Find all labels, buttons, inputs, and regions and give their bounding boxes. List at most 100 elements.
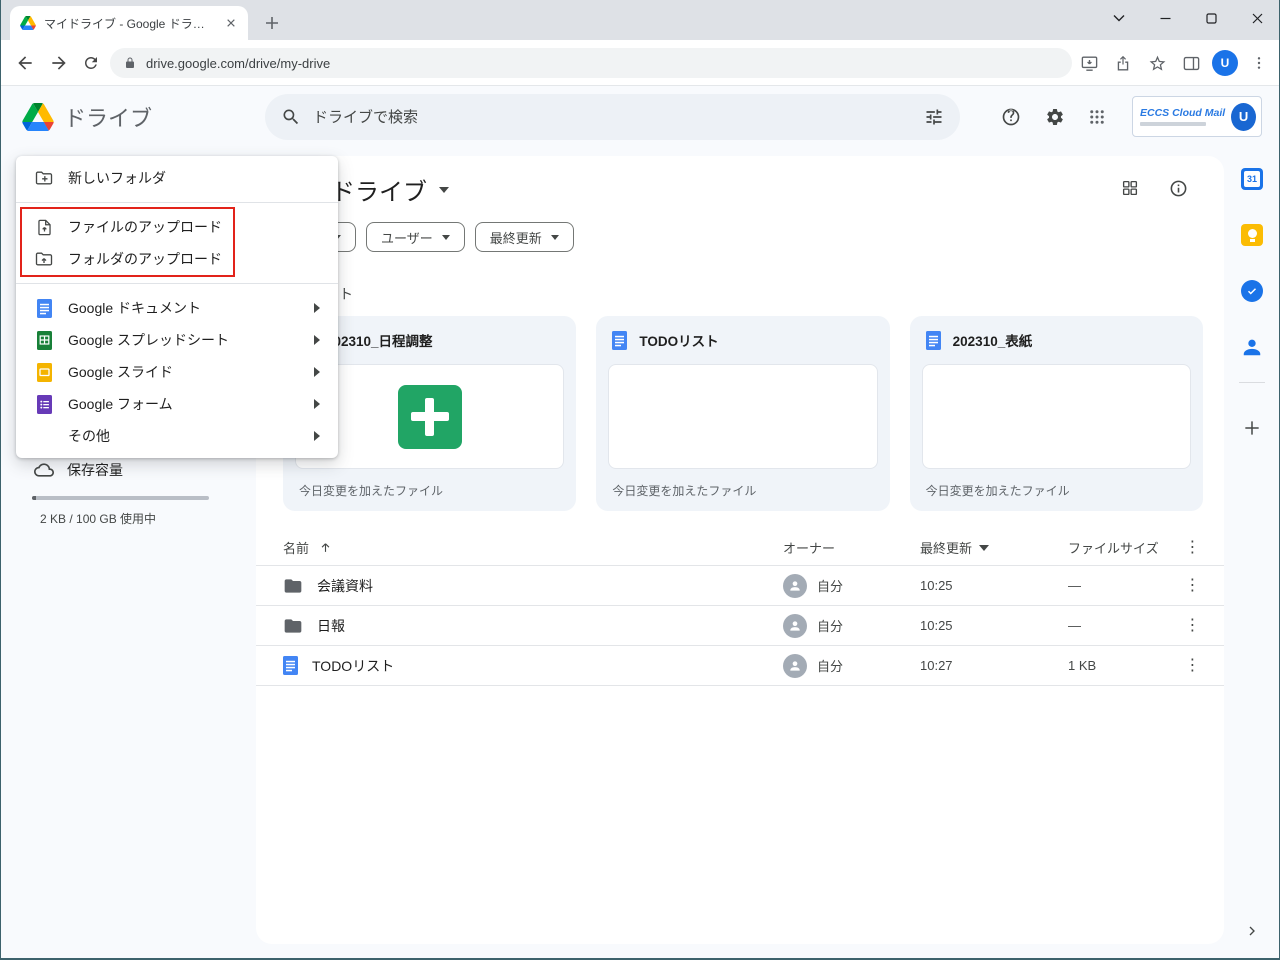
contacts-icon[interactable] [1239, 334, 1265, 360]
table-header-more-icon[interactable]: ⋮ [1174, 539, 1211, 556]
chevron-down-icon [550, 234, 559, 240]
lock-icon[interactable] [124, 56, 136, 70]
browser-tab[interactable]: マイドライブ - Google ドライブ [10, 6, 248, 40]
tasks-icon[interactable] [1239, 278, 1265, 304]
browser-menu-icon[interactable] [1242, 46, 1276, 80]
menu-item-file-upload[interactable]: ファイルのアップロード [16, 211, 338, 243]
card-title: 202310_表紙 [952, 334, 1033, 349]
docs-icon [925, 330, 941, 350]
spreadsheet-thumbnail [397, 384, 462, 449]
side-panel-divider [1239, 382, 1265, 383]
storage-label: 保存容量 [67, 462, 123, 478]
file-size: 1 KB [1068, 658, 1097, 673]
window-maximize-button[interactable] [1188, 0, 1234, 36]
drive-search-bar[interactable] [265, 94, 960, 140]
file-size: — [1068, 578, 1081, 593]
forward-button[interactable] [42, 46, 76, 80]
menu-item-google-docs[interactable]: Google ドキュメント [16, 292, 338, 324]
calendar-icon[interactable]: 31 [1239, 166, 1265, 192]
submenu-arrow-icon [314, 399, 320, 409]
search-icon[interactable] [281, 107, 301, 127]
page-title-dropdown-icon[interactable] [439, 186, 449, 193]
docs-icon [612, 330, 628, 350]
account-badge[interactable]: ECCS Cloud Mail U [1132, 96, 1262, 137]
file-name: TODOリスト [312, 657, 395, 674]
window-minimize-button[interactable] [1142, 0, 1188, 36]
menu-divider [16, 283, 338, 284]
sheets-icon [34, 330, 54, 350]
browser-profile-avatar[interactable]: U [1212, 50, 1238, 76]
keep-icon[interactable] [1239, 222, 1265, 248]
search-input[interactable] [313, 108, 912, 126]
address-bar[interactable]: drive.google.com/drive/my-drive [110, 48, 1072, 78]
file-upload-icon [34, 217, 54, 237]
card-preview [921, 364, 1191, 469]
new-menu: 新しいフォルダ ファイルのアップロード フォルダのアップロード Google ド… [16, 156, 338, 458]
owner-name: 自分 [817, 619, 844, 634]
menu-item-google-sheets[interactable]: Google スプレッドシート [16, 324, 338, 356]
submenu-arrow-icon [314, 367, 320, 377]
owner-avatar-icon [783, 573, 807, 598]
suggestion-card[interactable]: TODOリスト 今日変更を加えたファイル [596, 316, 890, 511]
tab-favicon-drive-icon [20, 16, 36, 30]
expand-side-panel-icon[interactable] [1239, 918, 1265, 944]
slides-icon [34, 362, 54, 382]
help-icon[interactable] [997, 103, 1025, 131]
column-header-modified[interactable]: 最終更新 [920, 538, 1068, 557]
filter-chip-modified[interactable]: 最終更新 [474, 222, 574, 252]
row-more-icon[interactable]: ⋮ [1174, 577, 1211, 594]
table-row[interactable]: TODOリスト 自分 10:27 1 KB ⋮ [256, 646, 1224, 686]
url-text: drive.google.com/drive/my-drive [146, 55, 331, 71]
menu-item-google-slides[interactable]: Google スライド [16, 356, 338, 388]
file-table: 名前 オーナー 最終更新 ファイルサイズ ⋮ 会議資料 自分 10:25 — ⋮… [256, 530, 1224, 686]
table-row[interactable]: 会議資料 自分 10:25 — ⋮ [256, 566, 1224, 606]
reload-button[interactable] [74, 46, 108, 80]
browser-toolbar: drive.google.com/drive/my-drive U [0, 40, 1280, 86]
account-badge-label: ECCS Cloud Mail [1140, 107, 1226, 119]
new-tab-button[interactable] [260, 11, 284, 35]
row-more-icon[interactable]: ⋮ [1174, 657, 1211, 674]
menu-item-folder-upload[interactable]: フォルダのアップロード [16, 243, 338, 275]
account-avatar[interactable]: U [1231, 102, 1256, 131]
menu-item-more[interactable]: その他 [16, 420, 338, 452]
owner-avatar-icon [783, 653, 807, 678]
add-addon-icon[interactable] [1239, 415, 1265, 441]
empty-icon-spacer [34, 426, 54, 446]
back-button[interactable] [8, 46, 42, 80]
settings-gear-icon[interactable] [1041, 103, 1069, 131]
sidebar-item-storage[interactable]: 保存容量 [34, 460, 123, 480]
sort-ascending-icon [321, 543, 330, 552]
suggestion-card[interactable]: 202310_表紙 今日変更を加えたファイル [909, 316, 1203, 511]
drive-logo[interactable]: ドライブ [22, 101, 152, 133]
card-title: 202310_日程調整 [326, 334, 433, 349]
docs-icon [34, 298, 54, 318]
share-icon[interactable] [1106, 46, 1140, 80]
search-options-icon[interactable] [924, 107, 944, 127]
menu-item-new-folder[interactable]: 新しいフォルダ [16, 162, 338, 194]
column-header-owner: オーナー [783, 541, 836, 556]
column-header-name[interactable]: 名前 [283, 538, 783, 557]
file-size: — [1068, 618, 1081, 633]
owner-name: 自分 [817, 659, 844, 674]
layout-toggle-icon[interactable] [1116, 174, 1144, 202]
info-icon[interactable] [1164, 174, 1192, 202]
bookmark-star-icon[interactable] [1140, 46, 1174, 80]
card-caption: 今日変更を加えたファイル [612, 483, 757, 498]
window-close-button[interactable] [1234, 0, 1280, 36]
owner-name: 自分 [817, 579, 844, 594]
modified-time: 10:25 [920, 618, 953, 633]
row-more-icon[interactable]: ⋮ [1174, 617, 1211, 634]
filter-chip-people[interactable]: ユーザー [366, 222, 465, 252]
file-name: 日報 [317, 617, 345, 634]
tab-close-icon[interactable] [222, 14, 240, 32]
storage-progress-bar [32, 496, 209, 500]
install-app-icon[interactable] [1072, 46, 1106, 80]
card-caption: 今日変更を加えたファイル [925, 483, 1070, 498]
google-apps-grid-icon[interactable] [1083, 103, 1111, 131]
cloud-icon [34, 460, 54, 480]
menu-item-google-forms[interactable]: Google フォーム [16, 388, 338, 420]
side-panel-icon[interactable] [1174, 46, 1208, 80]
table-row[interactable]: 日報 自分 10:25 — ⋮ [256, 606, 1224, 646]
main-panel: マイドライブ 種類 ユーザー 最終更新 候補リスト [256, 156, 1224, 944]
tab-search-chevron-icon[interactable] [1096, 0, 1142, 36]
